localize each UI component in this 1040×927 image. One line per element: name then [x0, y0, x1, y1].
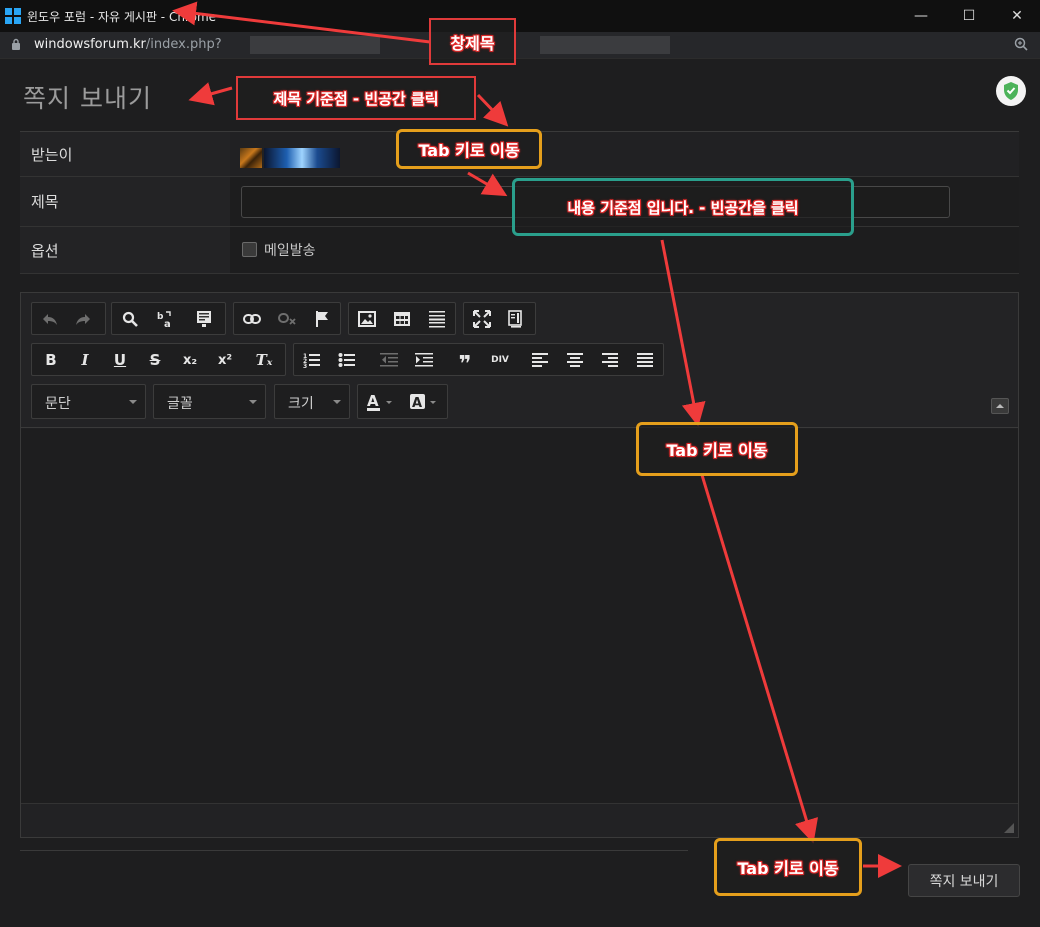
bulleted-list-icon[interactable]: [334, 348, 360, 372]
source-icon[interactable]: [502, 307, 528, 331]
undo-icon[interactable]: [37, 307, 63, 331]
indent-icon[interactable]: [411, 348, 437, 372]
divider: [20, 850, 688, 851]
toolbar-group-colors: A A: [357, 384, 448, 419]
annotation-tab2: Tab 키로 이동: [636, 422, 798, 476]
annotation-tab1: Tab 키로 이동: [396, 129, 542, 169]
recipient-icon-image: [240, 148, 262, 168]
svg-text:b: b: [157, 312, 164, 322]
toolbar-group-undo: [31, 302, 106, 335]
recipient-nickname-image: [264, 148, 340, 168]
recipient-label: 받는이: [20, 132, 230, 176]
align-center-icon[interactable]: [562, 348, 588, 372]
email-checkbox[interactable]: [242, 242, 257, 257]
chevron-down-icon: [333, 400, 341, 404]
underline-icon[interactable]: U: [107, 348, 133, 372]
div-icon[interactable]: DIV: [487, 348, 513, 372]
svg-text:3: 3: [303, 363, 307, 368]
window-title: 윈도우 포럼 - 자유 게시판 - Chrome: [27, 10, 217, 24]
subject-label: 제목: [20, 177, 230, 226]
windows-logo-icon: [5, 8, 21, 24]
annotation-subject-anchor: 제목 기준점 - 빈공간 클릭: [236, 76, 476, 120]
toolbar-collapse-button[interactable]: [991, 398, 1009, 414]
screen: 윈도우 포럼 - 자유 게시판 - Chrome — ☐ ✕ windowsfo…: [0, 0, 1040, 927]
url-path: /index.php?: [145, 37, 222, 52]
blockquote-icon[interactable]: ❞: [452, 352, 478, 377]
url-host: windowsforum.kr: [34, 37, 146, 52]
svg-text:A: A: [412, 396, 422, 411]
size-combo[interactable]: 크기: [274, 384, 350, 419]
italic-icon[interactable]: I: [72, 348, 98, 372]
background-color-icon[interactable]: A: [406, 390, 442, 414]
title-bar: 윈도우 포럼 - 자유 게시판 - Chrome — ☐ ✕: [0, 0, 1040, 32]
editor-status-bar: [21, 803, 1018, 837]
annotation-window-title: 창제목: [429, 18, 516, 65]
redacted-url-part: [250, 36, 380, 54]
annotation-content-anchor: 내용 기준점 입니다. - 빈공간을 클릭: [512, 178, 854, 236]
anchor-flag-icon[interactable]: [309, 307, 335, 331]
image-icon[interactable]: [354, 307, 380, 331]
chevron-down-icon: [249, 400, 257, 404]
text-color-icon[interactable]: A: [364, 390, 398, 414]
annotation-tab3: Tab 키로 이동: [714, 838, 862, 896]
adguard-shield-icon[interactable]: [996, 76, 1026, 106]
toolbar-group-insert: [348, 302, 456, 335]
resize-handle-icon[interactable]: [1004, 823, 1014, 833]
zoom-icon[interactable]: [1014, 37, 1028, 51]
minimize-button[interactable]: —: [897, 0, 945, 32]
remove-format-icon[interactable]: Tₓ: [251, 348, 277, 372]
send-message-button[interactable]: 쪽지 보내기: [908, 864, 1020, 897]
toolbar-group-view: [463, 302, 536, 335]
address-bar[interactable]: windowsforum.kr/index.php?: [0, 32, 1040, 58]
font-combo-label: 글꼴: [167, 396, 193, 412]
font-combo[interactable]: 글꼴: [153, 384, 266, 419]
editor-content-area[interactable]: [21, 429, 1018, 803]
toolbar-group-basicstyles: B I U S x₂ x² Tₓ: [31, 343, 286, 376]
redacted-url-part: [540, 36, 670, 54]
options-label: 옵션: [20, 227, 230, 273]
redo-icon[interactable]: [70, 307, 96, 331]
link-icon[interactable]: [239, 307, 265, 331]
bold-icon[interactable]: B: [38, 348, 64, 372]
format-combo[interactable]: 문단: [31, 384, 146, 419]
chevron-down-icon: [129, 400, 137, 404]
rich-text-editor: ba B I U S x₂ x² Tₓ 1 2 3 ❞ DIV 문단 글꼴 크기…: [20, 292, 1019, 838]
subscript-icon[interactable]: x₂: [177, 348, 203, 372]
table-icon[interactable]: [389, 307, 415, 331]
templates-icon[interactable]: [191, 307, 217, 331]
svg-text:a: a: [164, 319, 171, 328]
toolbar-group-paragraph: 123 ❞ DIV: [293, 343, 664, 377]
numbered-list-icon[interactable]: 123: [299, 348, 325, 372]
maximize-button[interactable]: ☐: [945, 0, 993, 32]
toolbar-group-find: ba: [111, 302, 226, 335]
lock-icon[interactable]: [11, 38, 21, 50]
editor-toolbar: ba B I U S x₂ x² Tₓ 1 2 3 ❞ DIV 문단 글꼴 크기…: [21, 293, 1018, 428]
align-left-icon[interactable]: [527, 348, 553, 372]
email-checkbox-label[interactable]: 메일발송: [264, 240, 316, 260]
page-title: 쪽지 보내기: [23, 84, 152, 113]
replace-icon[interactable]: ba: [152, 307, 178, 331]
url-text[interactable]: windowsforum.kr/index.php?: [34, 37, 222, 52]
superscript-icon[interactable]: x²: [212, 348, 238, 372]
strike-icon[interactable]: S: [142, 348, 168, 372]
toolbar-group-link: [233, 302, 341, 335]
outdent-icon[interactable]: [376, 348, 402, 372]
justify-icon[interactable]: [632, 348, 658, 372]
align-right-icon[interactable]: [597, 348, 623, 372]
size-combo-label: 크기: [288, 396, 314, 412]
recipient-value: [230, 132, 1019, 176]
unlink-icon[interactable]: [274, 307, 300, 331]
find-icon[interactable]: [117, 307, 143, 331]
maximize-icon[interactable]: [469, 307, 495, 331]
close-button[interactable]: ✕: [993, 0, 1040, 32]
horizontal-rule-icon[interactable]: [424, 307, 450, 331]
format-combo-label: 문단: [45, 396, 71, 412]
svg-text:A: A: [367, 392, 379, 410]
